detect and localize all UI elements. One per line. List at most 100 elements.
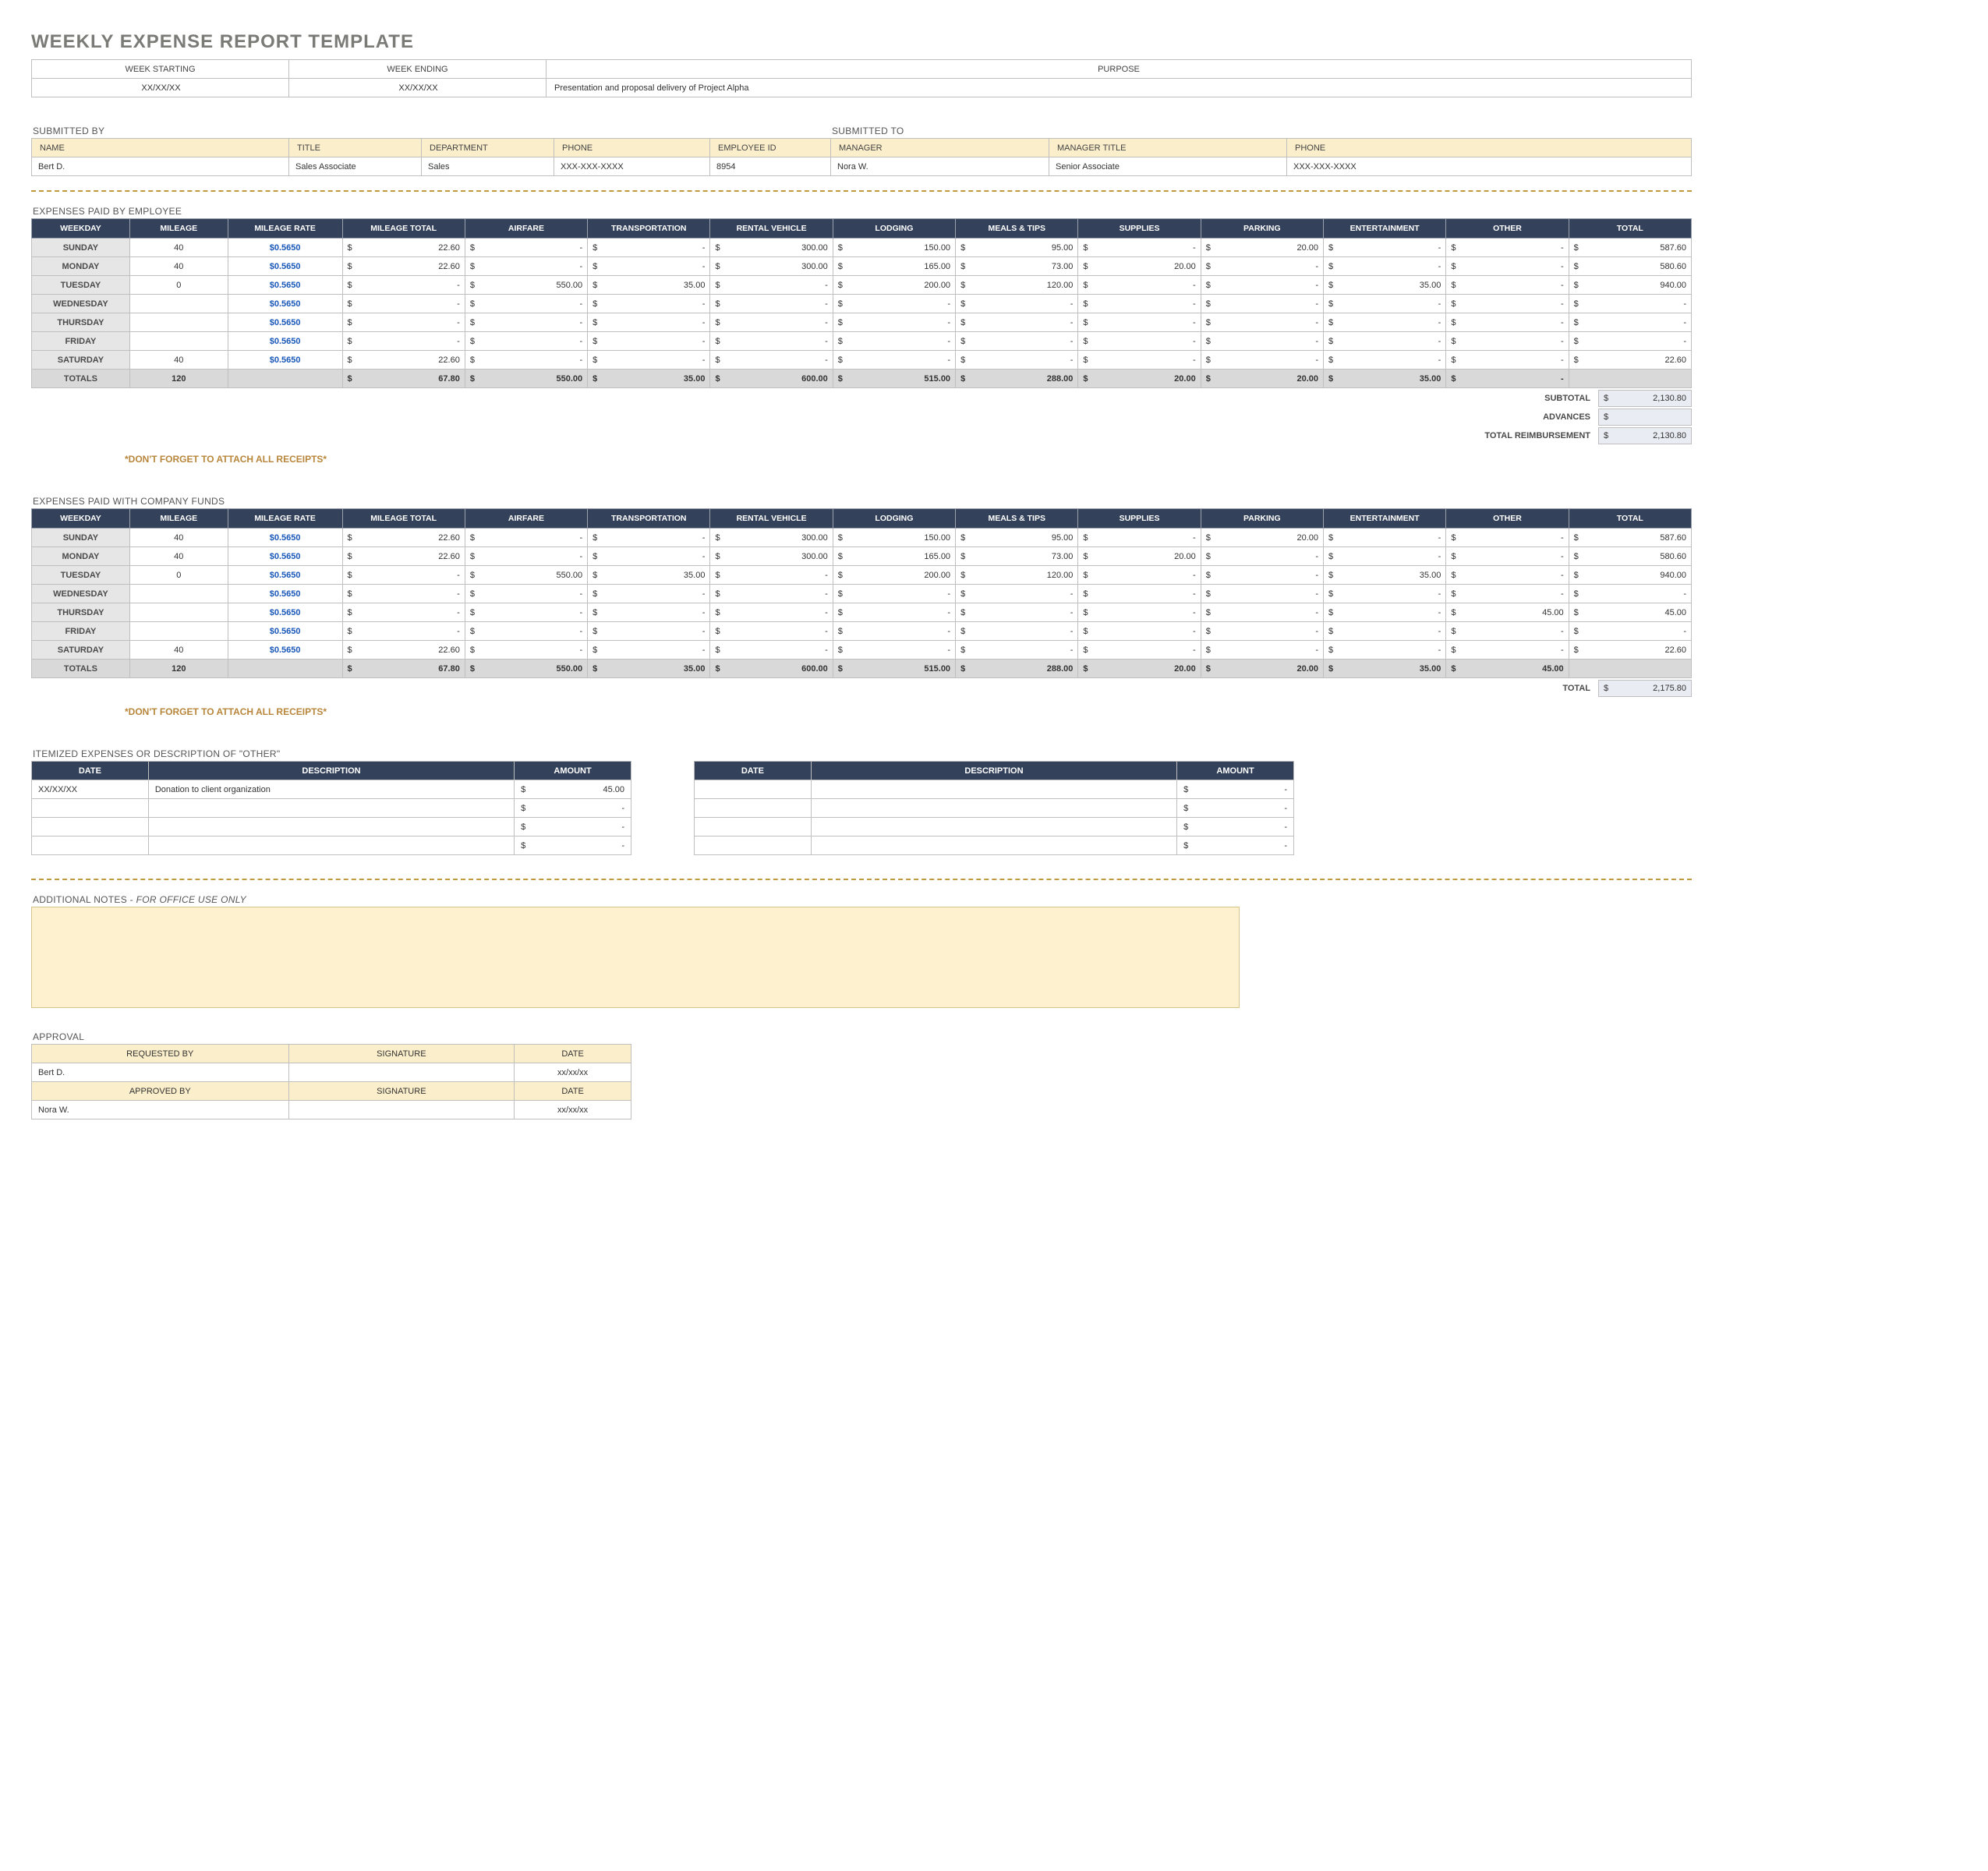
money-cell[interactable]: $- [833,313,955,332]
money-cell[interactable]: $- [833,332,955,351]
money-cell[interactable]: $- [956,622,1078,641]
money-cell[interactable]: $- [465,547,587,566]
money-cell[interactable]: $- [710,332,833,351]
money-cell[interactable]: $- [465,257,587,276]
mileage-cell[interactable]: 40 [129,351,228,370]
itemized-date[interactable] [32,836,149,855]
money-cell[interactable]: $35.00 [588,370,710,388]
money-cell[interactable]: $- [1078,295,1201,313]
money-cell[interactable]: $22.60 [342,547,465,566]
money-cell[interactable]: $20.00 [1078,547,1201,566]
money-cell[interactable]: $550.00 [465,566,587,585]
money-cell[interactable]: $- [588,351,710,370]
money-cell[interactable]: $- [710,351,833,370]
money-cell[interactable]: $- [1446,566,1569,585]
money-cell[interactable]: $- [1324,585,1446,603]
money-cell[interactable]: $22.60 [342,641,465,660]
money-cell[interactable]: $- [588,603,710,622]
money-cell[interactable]: $- [710,622,833,641]
money-cell[interactable]: $20.00 [1078,660,1201,678]
money-cell[interactable]: $- [956,641,1078,660]
money-cell[interactable]: $- [1201,313,1323,332]
money-cell[interactable]: $600.00 [710,660,833,678]
money-cell[interactable]: $- [465,641,587,660]
money-cell[interactable]: $940.00 [1569,276,1691,295]
money-cell[interactable]: $- [710,566,833,585]
money-cell[interactable]: $- [588,332,710,351]
money-cell[interactable]: $- [833,603,955,622]
money-cell[interactable]: $22.60 [1569,351,1691,370]
money-cell[interactable]: $- [1446,332,1569,351]
mileage-cell[interactable] [129,313,228,332]
money-cell[interactable]: $- [833,641,955,660]
money-cell[interactable]: $- [342,622,465,641]
sb-name[interactable]: Bert D. [32,157,289,176]
week-start-value[interactable]: XX/XX/XX [32,79,289,97]
money-cell[interactable]: $- [342,603,465,622]
money-cell[interactable]: $- [1201,603,1323,622]
st-phone[interactable]: XXX-XXX-XXXX [1287,157,1692,176]
money-cell[interactable]: $288.00 [956,370,1078,388]
money-cell[interactable]: $150.00 [833,529,955,547]
money-cell[interactable]: $- [1324,332,1446,351]
money-cell[interactable]: $- [1078,529,1201,547]
money-cell[interactable]: $165.00 [833,547,955,566]
money-cell[interactable]: $- [1446,529,1569,547]
money-cell[interactable]: $20.00 [1078,257,1201,276]
money-cell[interactable]: $600.00 [710,370,833,388]
money-cell[interactable]: $- [1078,239,1201,257]
money-cell[interactable]: $- [1078,641,1201,660]
mileage-cell[interactable] [129,295,228,313]
itemized-date[interactable] [695,818,812,836]
money-cell[interactable]: $- [956,295,1078,313]
money-cell[interactable]: $- [1201,276,1323,295]
mileage-cell[interactable] [129,585,228,603]
money-cell[interactable]: $- [1569,585,1691,603]
money-cell[interactable]: $73.00 [956,257,1078,276]
money-cell[interactable]: $- [710,276,833,295]
money-cell[interactable]: $67.80 [342,660,465,678]
money-cell[interactable]: $67.80 [342,370,465,388]
money-cell[interactable]: $515.00 [833,370,955,388]
itemized-date[interactable] [695,780,812,799]
money-cell[interactable]: $200.00 [833,566,955,585]
itemized-amount[interactable]: $- [515,818,631,836]
money-cell[interactable]: $- [710,295,833,313]
mileage-cell[interactable]: 40 [129,547,228,566]
purpose-value[interactable]: Presentation and proposal delivery of Pr… [547,79,1692,97]
money-cell[interactable]: $- [1078,566,1201,585]
money-cell[interactable]: $- [342,313,465,332]
money-cell[interactable]: $- [1446,585,1569,603]
money-cell[interactable]: $20.00 [1201,239,1323,257]
itemized-desc[interactable] [811,780,1176,799]
money-cell[interactable]: $- [342,332,465,351]
money-cell[interactable]: $587.60 [1569,529,1691,547]
money-cell[interactable]: $- [1078,603,1201,622]
sb-empid[interactable]: 8954 [710,157,831,176]
money-cell[interactable]: $300.00 [710,239,833,257]
money-cell[interactable]: $550.00 [465,660,587,678]
money-cell[interactable]: $20.00 [1078,370,1201,388]
money-cell[interactable]: $- [710,585,833,603]
money-cell[interactable]: $- [710,313,833,332]
mileage-cell[interactable] [129,332,228,351]
money-cell[interactable]: $200.00 [833,276,955,295]
money-cell[interactable]: $- [342,585,465,603]
money-cell[interactable]: $- [956,313,1078,332]
money-cell[interactable]: $- [465,332,587,351]
itemized-desc[interactable] [148,836,514,855]
itemized-desc[interactable] [811,799,1176,818]
money-cell[interactable]: $- [833,622,955,641]
requested-signature[interactable] [288,1063,515,1082]
money-cell[interactable]: $- [465,295,587,313]
money-cell[interactable]: $- [1569,295,1691,313]
money-cell[interactable]: $940.00 [1569,566,1691,585]
money-cell[interactable]: $35.00 [588,276,710,295]
money-cell[interactable]: $- [1201,257,1323,276]
money-cell[interactable]: $- [588,622,710,641]
mileage-cell[interactable]: 40 [129,257,228,276]
money-cell[interactable]: $- [465,351,587,370]
sb-title[interactable]: Sales Associate [289,157,422,176]
mileage-cell[interactable]: 40 [129,239,228,257]
money-cell[interactable]: $- [465,239,587,257]
